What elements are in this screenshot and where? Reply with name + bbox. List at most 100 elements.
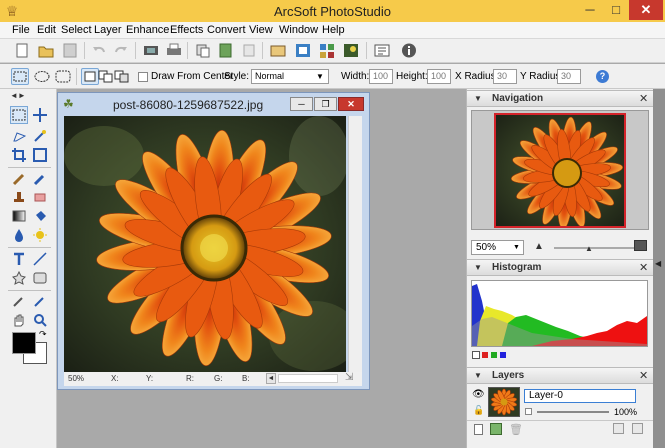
menu-enhance[interactable]: Enhance bbox=[126, 24, 169, 36]
photo-enhance-icon[interactable] bbox=[269, 42, 287, 59]
rectangle-select-icon[interactable] bbox=[11, 68, 29, 85]
fill-bucket-icon[interactable] bbox=[31, 207, 49, 225]
menu-help[interactable]: Help bbox=[322, 24, 345, 36]
zoom-tool-icon[interactable] bbox=[31, 311, 49, 329]
dodge-tool-icon[interactable] bbox=[31, 226, 49, 244]
airbrush-tool-icon[interactable] bbox=[31, 170, 49, 188]
zoom-slider-thumb[interactable]: ▲ bbox=[585, 244, 593, 253]
eraser-icon[interactable] bbox=[31, 188, 49, 206]
panel-close-icon[interactable]: ✕ bbox=[639, 261, 648, 274]
layer-name-field[interactable]: Layer-0 bbox=[524, 389, 636, 403]
y-radius-input[interactable]: 30 bbox=[557, 69, 581, 84]
dock-splitter[interactable]: ◀ bbox=[653, 89, 665, 448]
line-tool-icon[interactable] bbox=[31, 250, 49, 268]
duplicate-layer-icon[interactable] bbox=[490, 423, 502, 435]
menu-select[interactable]: Select bbox=[61, 24, 92, 36]
close-button[interactable]: ✕ bbox=[629, 0, 663, 20]
image-close-button[interactable]: ✕ bbox=[338, 97, 364, 111]
menu-view[interactable]: View bbox=[249, 24, 273, 36]
histogram-panel-header[interactable]: ▼ Histogram ✕ bbox=[467, 259, 654, 276]
select-tool-icon[interactable] bbox=[10, 106, 28, 124]
horizontal-scrollbar[interactable] bbox=[278, 374, 338, 383]
layer-visibility-eye-icon[interactable]: 👁 bbox=[472, 389, 485, 400]
open-folder-icon[interactable] bbox=[37, 42, 55, 59]
zoom-out-icon[interactable]: ▲ bbox=[534, 241, 544, 252]
clone-stamp-icon[interactable] bbox=[10, 188, 28, 206]
templates-icon[interactable] bbox=[318, 42, 336, 59]
image-window-titlebar[interactable]: ☘ post-86080-1259687522.jpg ─ ❐ ✕ bbox=[58, 93, 369, 115]
paste-as-layer-icon[interactable] bbox=[240, 42, 258, 59]
info-icon[interactable] bbox=[400, 42, 418, 59]
scroll-left-icon[interactable]: ◄ bbox=[266, 373, 276, 384]
layer-lock-icon[interactable]: 🔓 bbox=[473, 405, 484, 416]
shape-tool-icon[interactable] bbox=[10, 269, 28, 287]
panel-close-icon[interactable]: ✕ bbox=[639, 369, 648, 382]
lasso-tool-icon[interactable] bbox=[10, 127, 28, 145]
x-radius-input[interactable]: 30 bbox=[493, 69, 517, 84]
transform-tool-icon[interactable] bbox=[31, 146, 49, 164]
menu-layer[interactable]: Layer bbox=[94, 24, 122, 36]
print-icon[interactable] bbox=[165, 42, 183, 59]
navigation-panel-header[interactable]: ▼ Navigation ✕ bbox=[467, 90, 654, 107]
subtract-selection-icon[interactable] bbox=[113, 68, 131, 85]
image-minimize-button[interactable]: ─ bbox=[290, 97, 313, 111]
dock-expand-icon[interactable]: ◀ bbox=[655, 259, 661, 268]
image-canvas[interactable] bbox=[64, 116, 346, 372]
redo-icon[interactable] bbox=[112, 42, 130, 59]
magic-wand-icon[interactable] bbox=[31, 127, 49, 145]
panel-close-icon[interactable]: ✕ bbox=[639, 92, 648, 105]
height-input[interactable]: 100 bbox=[427, 69, 451, 84]
new-file-icon[interactable] bbox=[13, 42, 31, 59]
palette-collapse-icon[interactable]: ◄► bbox=[10, 91, 26, 100]
minimize-button[interactable]: ─ bbox=[577, 0, 603, 20]
collapse-arrow-icon[interactable]: ▼ bbox=[474, 94, 482, 103]
frames-icon[interactable] bbox=[294, 42, 312, 59]
blur-tool-icon[interactable] bbox=[10, 226, 28, 244]
crop-tool-icon[interactable] bbox=[10, 146, 28, 164]
channel-green-icon[interactable] bbox=[491, 352, 497, 358]
foreground-color-swatch[interactable] bbox=[12, 332, 36, 354]
width-input[interactable]: 100 bbox=[369, 69, 393, 84]
red-eye-icon[interactable] bbox=[31, 292, 49, 310]
zoom-slider[interactable] bbox=[554, 247, 634, 249]
menu-edit[interactable]: Edit bbox=[37, 24, 56, 36]
maximize-button[interactable]: □ bbox=[603, 0, 629, 20]
vertical-scrollbar[interactable] bbox=[348, 116, 362, 372]
rounded-rect-select-icon[interactable] bbox=[54, 68, 72, 85]
layers-panel-header[interactable]: ▼ Layers ✕ bbox=[467, 367, 654, 384]
text-tool-icon[interactable] bbox=[10, 250, 28, 268]
layer-menu-icon[interactable] bbox=[632, 423, 643, 434]
delete-layer-icon[interactable]: 🗑 bbox=[509, 423, 523, 436]
hand-tool-icon[interactable] bbox=[10, 311, 28, 329]
brush-tool-icon[interactable] bbox=[10, 170, 28, 188]
collapse-arrow-icon[interactable]: ▼ bbox=[474, 371, 482, 380]
new-layer-icon[interactable] bbox=[474, 424, 483, 435]
layer-option-checkbox[interactable] bbox=[525, 408, 532, 415]
zoom-in-icon[interactable] bbox=[634, 240, 647, 251]
menu-file[interactable]: File bbox=[12, 24, 30, 36]
channel-blue-icon[interactable] bbox=[500, 352, 506, 358]
draw-from-center-checkbox[interactable] bbox=[138, 72, 148, 82]
eyedropper-icon[interactable] bbox=[10, 292, 28, 310]
layer-properties-icon[interactable] bbox=[613, 423, 624, 434]
navigator-preview[interactable] bbox=[471, 110, 649, 230]
ellipse-select-icon[interactable] bbox=[33, 68, 51, 85]
menu-convert[interactable]: Convert bbox=[207, 24, 246, 36]
move-tool-icon[interactable] bbox=[31, 106, 49, 124]
swap-colors-icon[interactable]: ↷ bbox=[39, 329, 47, 340]
navigation-zoom-select[interactable]: 50% ▼ bbox=[471, 240, 524, 255]
resize-grip-icon[interactable]: ⇲ bbox=[345, 372, 353, 383]
layer-opacity-slider[interactable] bbox=[537, 411, 609, 413]
channel-rgb-icon[interactable] bbox=[472, 351, 480, 359]
image-restore-button[interactable]: ❐ bbox=[314, 97, 337, 111]
layer-thumbnail[interactable] bbox=[488, 387, 520, 417]
gradient-tool-icon[interactable] bbox=[10, 207, 28, 225]
style-select[interactable]: Normal ▼ bbox=[251, 69, 329, 84]
menu-effects[interactable]: Effects bbox=[170, 24, 203, 36]
help-icon[interactable]: ? bbox=[596, 70, 609, 83]
undo-icon[interactable] bbox=[90, 42, 108, 59]
rect-shape-icon[interactable] bbox=[31, 269, 49, 287]
save-icon[interactable] bbox=[61, 42, 79, 59]
channel-red-icon[interactable] bbox=[482, 352, 488, 358]
acquire-icon[interactable] bbox=[142, 42, 160, 59]
